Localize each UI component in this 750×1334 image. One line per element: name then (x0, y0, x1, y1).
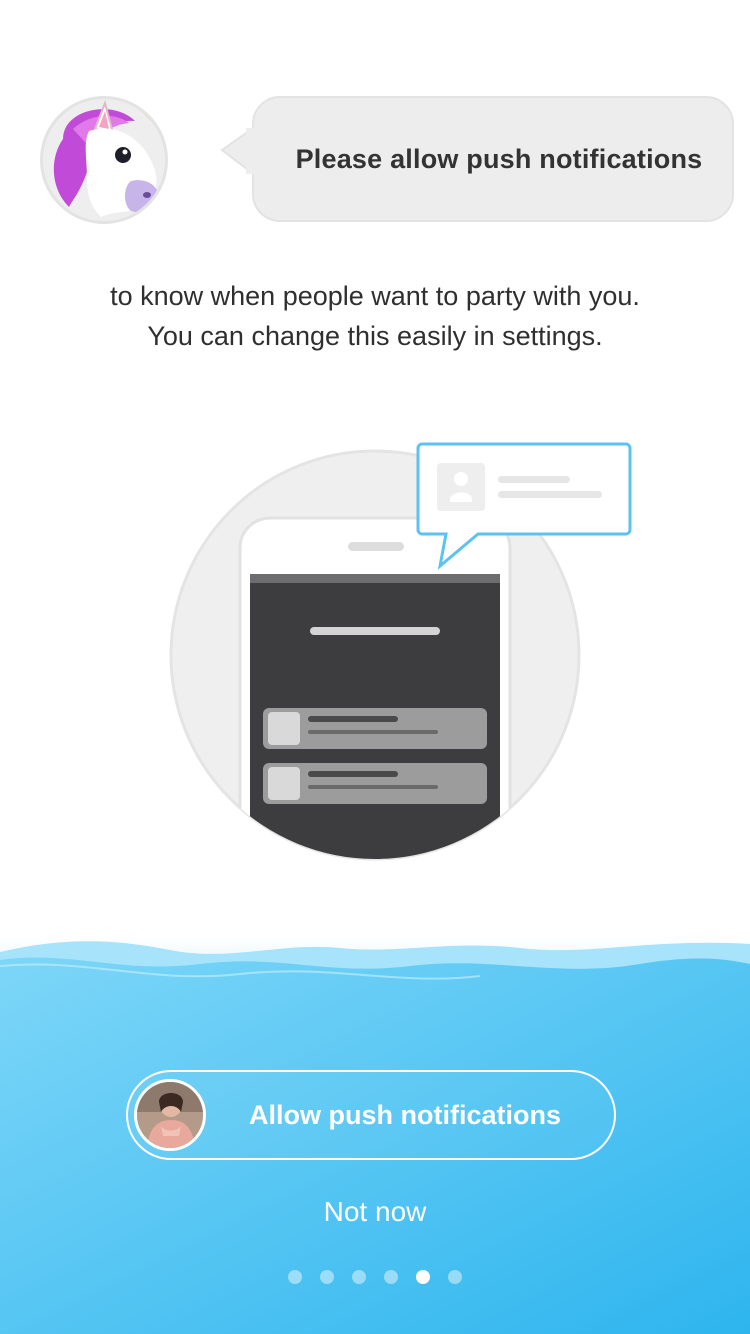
page-dot[interactable] (320, 1270, 334, 1284)
page-dot[interactable] (448, 1270, 462, 1284)
description-line-2: You can change this easily in settings. (147, 321, 603, 351)
unicorn-avatar (40, 96, 168, 224)
description: to know when people want to party with y… (0, 276, 750, 356)
prompt-title: Please allow push notifications (295, 143, 703, 174)
page-dot-active[interactable] (416, 1270, 430, 1284)
description-line-1: to know when people want to party with y… (110, 281, 640, 311)
unicorn-face-icon (53, 99, 165, 217)
bubble-tail-mask (246, 128, 258, 174)
page-dot[interactable] (384, 1270, 398, 1284)
user-photo-avatar (134, 1079, 206, 1151)
not-now-button[interactable]: Not now (0, 1196, 750, 1228)
prompt-bubble: Please allow push notifications (252, 96, 734, 222)
allow-button-label: Allow push notifications (249, 1099, 561, 1130)
phone-notification-illustration (169, 442, 632, 861)
page-dot[interactable] (352, 1270, 366, 1284)
page-dot[interactable] (288, 1270, 302, 1284)
pagination-dots (0, 1270, 750, 1284)
allow-push-notifications-button[interactable]: Allow push notifications (126, 1070, 616, 1160)
